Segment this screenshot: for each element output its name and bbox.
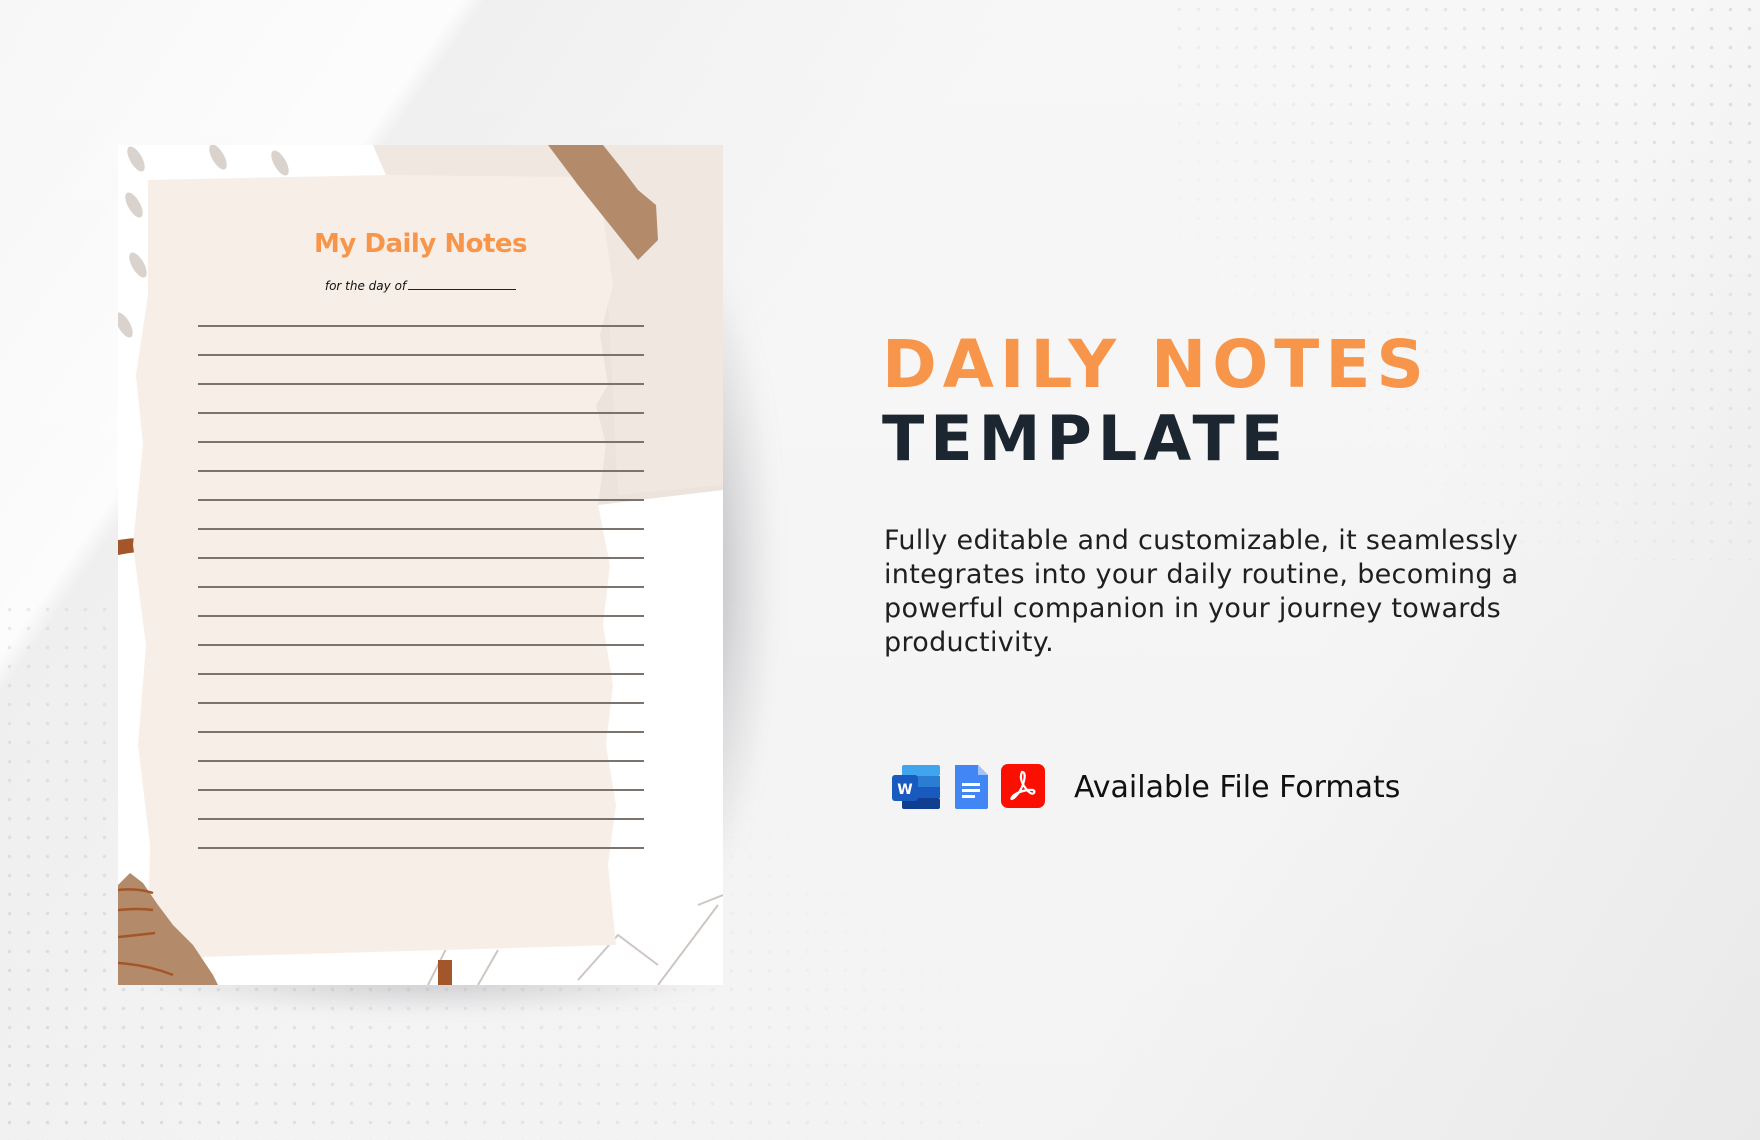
ruled-lines (198, 325, 644, 876)
ruled-line (198, 789, 644, 791)
ruled-line (198, 557, 644, 559)
dot-pattern-top-right (1170, 0, 1760, 560)
preview-title: My Daily Notes (314, 229, 527, 259)
ruled-line (198, 702, 644, 704)
pdf-icon[interactable] (1000, 763, 1046, 811)
date-blank (408, 280, 517, 290)
stem (438, 960, 452, 985)
google-docs-icon[interactable] (952, 763, 990, 811)
description: Fully editable and customizable, it seam… (884, 525, 1519, 658)
svg-text:W: W (897, 782, 912, 798)
ruled-line (198, 586, 644, 588)
ruled-line (198, 528, 644, 530)
ruled-line (198, 325, 644, 327)
ruled-line (198, 818, 644, 820)
ruled-line (198, 847, 644, 849)
headline-primary: DAILY NOTES (882, 326, 1430, 403)
ruled-line (198, 441, 644, 443)
headline-secondary: TEMPLATE (882, 402, 1290, 475)
ruled-line (198, 412, 644, 414)
ruled-line (198, 499, 644, 501)
ruled-line (198, 615, 644, 617)
ruled-line (198, 383, 644, 385)
ruled-line (198, 644, 644, 646)
ruled-line (198, 731, 644, 733)
file-formats: W Available File Formats (890, 762, 1400, 812)
ruled-line (198, 354, 644, 356)
word-icon[interactable]: W (890, 763, 942, 811)
ruled-line (198, 673, 644, 675)
ruled-line (198, 760, 644, 762)
preview-subtitle: for the day of (118, 279, 723, 293)
preview-subtitle-text: for the day of (324, 279, 407, 293)
ruled-line (198, 470, 644, 472)
template-preview: My Daily Notes for the day of (118, 145, 723, 985)
formats-label: Available File Formats (1074, 769, 1401, 805)
